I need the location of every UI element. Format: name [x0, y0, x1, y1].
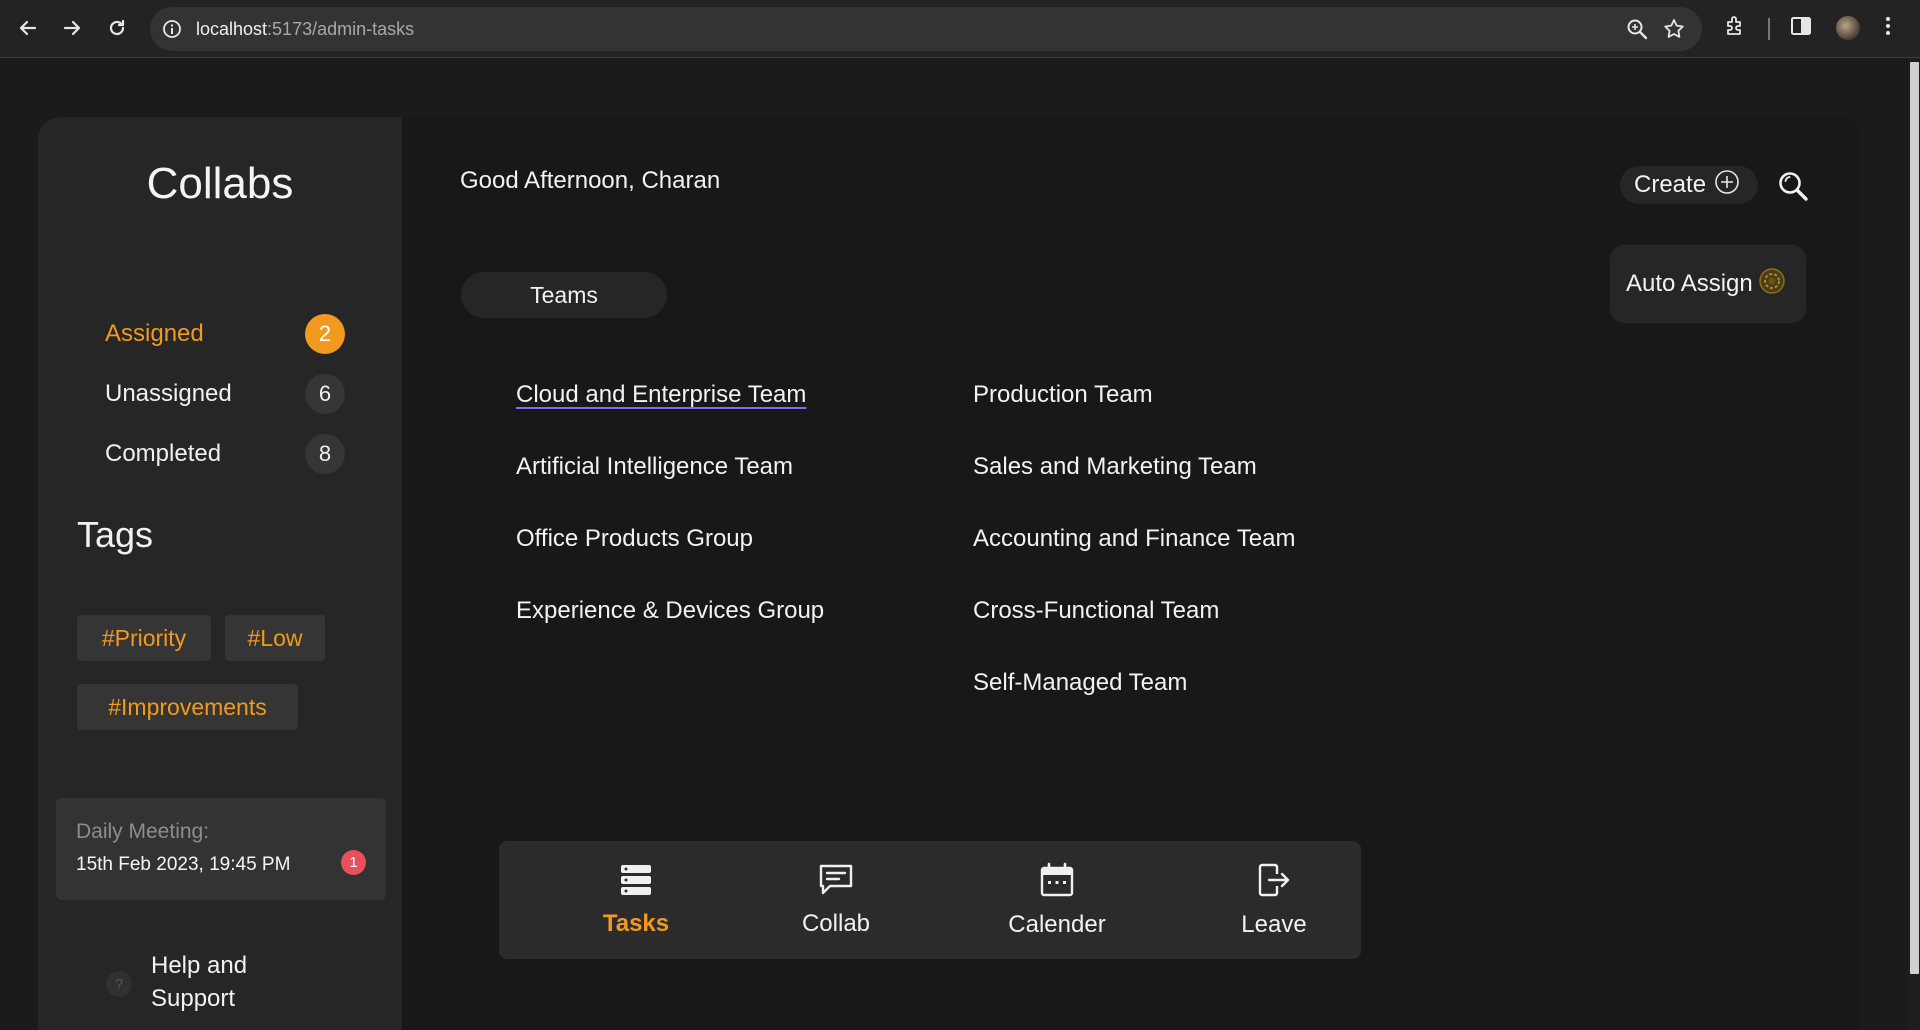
gear-icon — [1757, 266, 1787, 303]
app-brand: Collabs — [146, 159, 294, 208]
plus-circle-icon — [1714, 169, 1740, 202]
nav-collab[interactable]: Collab — [761, 841, 911, 959]
page-scrollbar-thumb[interactable] — [1910, 62, 1919, 974]
reload-icon[interactable] — [102, 13, 132, 43]
nav-calender[interactable]: Calender — [982, 841, 1132, 959]
tab-teams[interactable]: Teams — [461, 272, 667, 318]
nav-label: Tasks — [602, 909, 670, 937]
bookmark-star-icon[interactable] — [1662, 17, 1686, 46]
notification-badge: 1 — [341, 850, 366, 875]
status-filter-unassigned[interactable]: Unassigned 6 — [105, 372, 345, 416]
team-link[interactable]: Experience & Devices Group — [516, 597, 824, 625]
extensions-puzzle-icon[interactable] — [1724, 14, 1748, 43]
team-link[interactable]: Office Products Group — [516, 525, 753, 553]
tag-priority[interactable]: #Priority — [77, 615, 211, 661]
team-link[interactable]: Sales and Marketing Team — [973, 453, 1257, 481]
profile-avatar[interactable] — [1836, 16, 1860, 40]
team-link[interactable]: Artificial Intelligence Team — [516, 453, 793, 481]
exit-icon — [1257, 862, 1291, 903]
create-label: Create — [1634, 171, 1707, 198]
count-badge: 8 — [305, 434, 345, 474]
status-label: Assigned — [105, 320, 204, 347]
side-panel-icon[interactable] — [1789, 14, 1813, 43]
team-link[interactable]: Production Team — [973, 381, 1153, 409]
url-host: localhost — [196, 19, 268, 39]
nav-tasks[interactable]: Tasks — [561, 841, 711, 959]
create-button[interactable]: Create — [1620, 166, 1758, 204]
status-label: Completed — [105, 440, 222, 467]
bottom-nav: Tasks Collab Calender Leave — [499, 841, 1361, 959]
toolbar-divider — [1768, 18, 1770, 40]
team-link[interactable]: Accounting and Finance Team — [973, 525, 1295, 553]
zoom-icon[interactable] — [1626, 18, 1648, 45]
kebab-menu-icon[interactable] — [1882, 14, 1894, 43]
browser-toolbar: localhost:5173/admin-tasks — [0, 0, 1920, 58]
team-link[interactable]: Self-Managed Team — [973, 669, 1187, 697]
team-link[interactable]: Cross-Functional Team — [973, 597, 1219, 625]
back-arrow-icon[interactable] — [13, 13, 43, 43]
address-bar[interactable]: localhost:5173/admin-tasks — [150, 7, 1702, 51]
auto-assign-button[interactable]: Auto Assign — [1610, 245, 1806, 323]
status-label: Unassigned — [105, 380, 232, 407]
help-question-icon[interactable]: ? — [106, 971, 132, 997]
url-path: :5173/admin-tasks — [267, 19, 415, 39]
calendar-icon — [1039, 862, 1075, 903]
nav-label: Collab — [801, 909, 871, 937]
nav-label: Calender — [1008, 910, 1106, 938]
auto-assign-label: Auto Assign — [1626, 270, 1753, 297]
meeting-title: Daily Meeting: — [76, 820, 210, 843]
status-filter-assigned[interactable]: Assigned 2 — [105, 312, 345, 356]
tag-improvements[interactable]: #Improvements — [77, 684, 298, 730]
count-badge: 6 — [305, 374, 345, 414]
nav-leave[interactable]: Leave — [1199, 841, 1349, 959]
help-support-link[interactable]: Help and Support — [151, 949, 291, 1015]
app-container: Collabs Assigned 2 Unassigned 6 Complete… — [38, 117, 1860, 1030]
sidebar: Collabs Assigned 2 Unassigned 6 Complete… — [38, 117, 402, 1030]
tasks-stack-icon — [619, 863, 653, 902]
site-info-icon[interactable] — [162, 19, 182, 44]
meeting-time: 15th Feb 2023, 19:45 PM — [76, 854, 291, 875]
forward-arrow-icon[interactable] — [57, 13, 87, 43]
team-link[interactable]: Cloud and Enterprise Team — [516, 381, 806, 409]
tags-heading: Tags — [77, 514, 154, 555]
nav-label: Leave — [1241, 910, 1307, 938]
greeting-text: Good Afternoon, Charan — [460, 167, 721, 194]
search-icon[interactable] — [1776, 169, 1810, 203]
count-badge: 2 — [305, 314, 345, 354]
meeting-card[interactable]: Daily Meeting: 15th Feb 2023, 19:45 PM 1 — [56, 798, 386, 900]
url-text[interactable]: localhost:5173/admin-tasks — [196, 19, 414, 40]
chat-icon — [818, 863, 854, 902]
status-filter-completed[interactable]: Completed 8 — [105, 432, 345, 476]
tag-low[interactable]: #Low — [225, 615, 325, 661]
